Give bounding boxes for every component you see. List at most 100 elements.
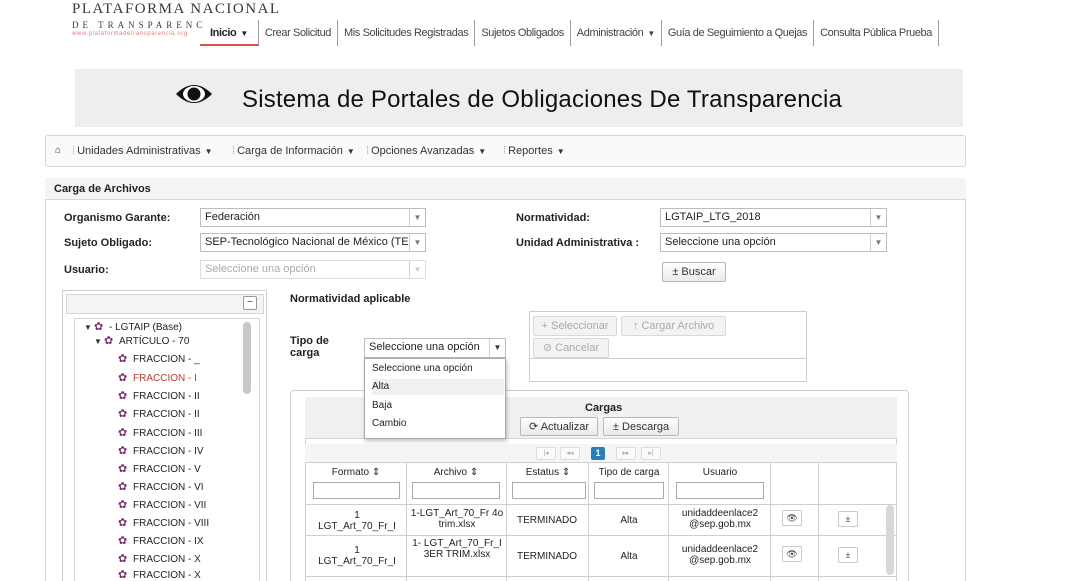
cell-estatus: TERMINADO: [517, 515, 577, 526]
tipo-carga-select[interactable]: Seleccione una opción ▼: [364, 338, 506, 358]
subnav-unidades[interactable]: ⁞ Unidades Administrativas ▼: [72, 145, 213, 157]
col-formato[interactable]: Formato ⇕: [310, 467, 402, 478]
tree-node-fraccion-selected[interactable]: ✿ FRACCION - I: [118, 371, 197, 386]
tree-node-label: FRACCION - X: [133, 554, 201, 565]
logo-title: PLATAFORMA NACIONAL: [72, 1, 281, 17]
sujeto-select[interactable]: SEP-Tecnológico Nacional de México (TECN…: [200, 233, 426, 252]
option-baja[interactable]: Baja: [372, 398, 504, 414]
tree-node-label: FRACCION - I: [133, 373, 197, 384]
divider: [305, 576, 897, 577]
tree-node-fraccion[interactable]: ✿ FRACCION - X: [118, 552, 201, 567]
cargar-archivo-button[interactable]: ↑ Cargar Archivo: [621, 316, 726, 336]
nav-inicio[interactable]: Inicio ▼: [200, 20, 259, 46]
normatividad-value: LGTAIP_LTG_2018: [665, 211, 761, 223]
filter-usuario-input[interactable]: [676, 482, 764, 499]
panel-header: [45, 178, 966, 200]
tree-node-fraccion[interactable]: ✿ FRACCION - V: [118, 462, 201, 477]
tree-node-label: FRACCION - V: [133, 464, 201, 475]
cell-formato: 1 LGT_Art_70_Fr_I: [310, 510, 404, 532]
page-current[interactable]: 1: [591, 447, 605, 460]
cell-formato-num: 1: [354, 545, 360, 556]
organismo-select[interactable]: Federación ▼: [200, 208, 426, 227]
chevron-down-icon: ▼: [478, 147, 487, 156]
tree-node-fraccion[interactable]: ✿ FRACCION - II: [118, 389, 200, 404]
usuario-select[interactable]: Seleccione una opción ▼: [200, 260, 426, 279]
subnav-opciones[interactable]: ⁞ Opciones Avanzadas ▼: [366, 145, 486, 157]
filter-tipo-input[interactable]: [594, 482, 664, 499]
sort-icon: ⇕: [561, 467, 571, 478]
seleccionar-button[interactable]: + Seleccionar: [533, 316, 617, 336]
view-icon[interactable]: 👁: [782, 510, 802, 526]
prev-page-icon[interactable]: ◂◂: [560, 447, 580, 460]
col-usuario[interactable]: Usuario: [672, 467, 768, 478]
grip-icon: ⁞: [503, 145, 507, 157]
tree-node-fraccion[interactable]: ✿ FRACCION - X: [118, 568, 201, 581]
fraccion-icon: ✿: [118, 553, 128, 565]
descarga-button[interactable]: ± Descarga: [603, 417, 679, 436]
download-icon[interactable]: ±: [838, 511, 858, 527]
col-archivo[interactable]: Archivo ⇕: [410, 467, 502, 478]
subnav-reportes[interactable]: ⁞ Reportes ▼: [503, 145, 565, 157]
nav-label: Guía de Seguimiento a Quejas: [667, 27, 808, 39]
first-page-icon[interactable]: |◂: [536, 447, 556, 460]
option-seleccione[interactable]: Seleccione una opción: [372, 361, 504, 377]
page-title: Sistema de Portales de Obligaciones De T…: [242, 86, 843, 113]
cell-usuario: unidaddeenlace2 @sep.gob.mx: [681, 508, 759, 530]
tree-node-articulo[interactable]: ▼ ✿ ARTÍCULO - 70: [94, 334, 189, 349]
last-page-icon[interactable]: ▸|: [641, 447, 661, 460]
fraccion-icon: ✿: [118, 569, 128, 581]
option-cambio[interactable]: Cambio: [372, 416, 504, 432]
tree-node-fraccion[interactable]: ✿ FRACCION - _: [118, 352, 200, 367]
col-estatus[interactable]: Estatus ⇕: [510, 467, 586, 478]
grid-scrollbar[interactable]: [886, 505, 894, 575]
cancelar-button[interactable]: ⊘ Cancelar: [533, 338, 609, 358]
tree-node-label: FRACCION - X: [133, 570, 201, 581]
unidad-select[interactable]: Seleccione una opción ▼: [660, 233, 887, 252]
tree-scrollbar[interactable]: [243, 322, 251, 394]
cell-archivo: 1- LGT_Art_70_Fr_I 3ER TRIM.xlsx: [412, 538, 502, 560]
cell-usuario: unidaddeenlace2 @sep.gob.mx: [681, 544, 759, 566]
divider: [668, 463, 669, 581]
subnav-carga[interactable]: ⁞ Carga de Información ▼: [232, 145, 355, 157]
tree-node-fraccion[interactable]: ✿ FRACCION - IV: [118, 444, 204, 459]
tree-node-fraccion[interactable]: ✿ FRACCION - VIII: [118, 516, 209, 531]
divider: [406, 463, 407, 581]
nav-consulta-publica[interactable]: Consulta Pública Prueba: [814, 20, 939, 46]
divider: [305, 462, 897, 463]
filter-archivo-input[interactable]: [412, 482, 500, 499]
normatividad-select[interactable]: LGTAIP_LTG_2018 ▼: [660, 208, 887, 227]
chevron-down-icon: ▼: [346, 147, 355, 156]
cell-formato-name: LGT_Art_70_Fr_I: [318, 556, 396, 567]
tree-node-fraccion[interactable]: ✿ FRACCION - IX: [118, 534, 204, 549]
tree-node-lgtaip[interactable]: ▼ ✿ - LGTAIP (Base): [84, 320, 182, 335]
tree-node-fraccion[interactable]: ✿ FRACCION - III: [118, 426, 202, 441]
collapse-icon[interactable]: −: [243, 296, 257, 310]
nav-administracion[interactable]: Administración ▼: [571, 20, 662, 46]
view-icon[interactable]: 👁: [782, 546, 802, 562]
buscar-button[interactable]: ± Buscar: [662, 262, 726, 282]
filter-estatus-input[interactable]: [512, 482, 586, 499]
download-icon[interactable]: ±: [838, 547, 858, 563]
filter-formato-input[interactable]: [313, 482, 400, 499]
cell-tipo: Alta: [620, 515, 638, 526]
tree-node-label: FRACCION - VIII: [133, 518, 210, 529]
tree-node-fraccion[interactable]: ✿ FRACCION - VII: [118, 498, 206, 513]
next-page-icon[interactable]: ▸▸: [616, 447, 636, 460]
nav-crear-solicitud[interactable]: Crear Solicitud: [259, 20, 338, 46]
nav-label: Administración: [576, 27, 644, 39]
seleccionar-label: Seleccionar: [551, 320, 609, 332]
logo-url: www.plataformadetransparencia.org: [72, 31, 188, 37]
actualizar-button[interactable]: ⟳ Actualizar: [520, 417, 598, 436]
col-tipo-carga[interactable]: Tipo de carga: [592, 467, 666, 478]
divider: [770, 463, 771, 581]
nav-sujetos-obligados[interactable]: Sujetos Obligados: [475, 20, 571, 46]
sujeto-label: Sujeto Obligado:: [64, 237, 152, 249]
tree-node-fraccion[interactable]: ✿ FRACCION - VI: [118, 480, 204, 495]
nav-mis-solicitudes[interactable]: Mis Solicitudes Registradas: [338, 20, 476, 46]
tree-node-label: - LGTAIP (Base): [109, 322, 182, 333]
home-icon[interactable]: ⌂: [55, 145, 61, 156]
nav-guia-quejas[interactable]: Guía de Seguimiento a Quejas: [662, 20, 815, 46]
option-alta[interactable]: Alta: [372, 379, 504, 395]
tree-node-fraccion[interactable]: ✿ FRACCION - II: [118, 407, 200, 422]
fraccion-icon: ✿: [118, 499, 128, 511]
